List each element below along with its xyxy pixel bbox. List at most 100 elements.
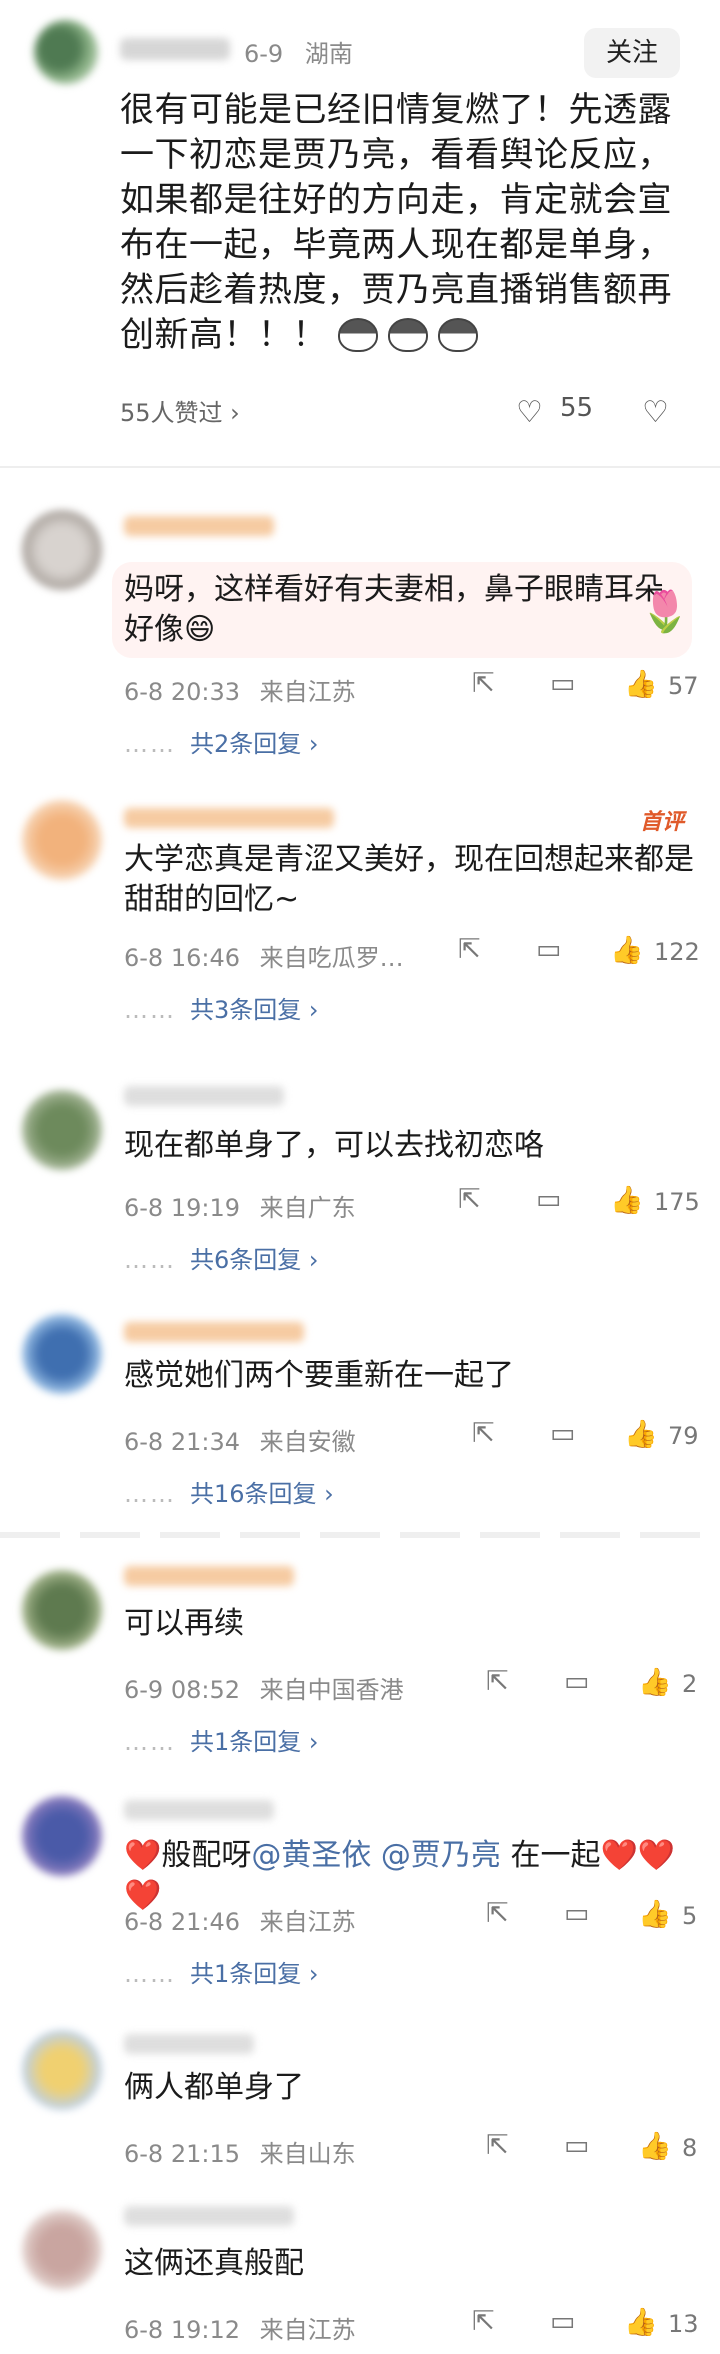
username-blurred[interactable] <box>120 38 230 60</box>
comment-location: 来自中国香港 <box>259 1676 404 1704</box>
thumbs-up-icon[interactable]: 👍 <box>624 2306 658 2338</box>
username-blurred[interactable] <box>124 1086 284 1106</box>
comment-icon[interactable]: ▭ <box>550 2306 576 2337</box>
avatar[interactable] <box>22 1314 102 1394</box>
follow-button[interactable]: 关注 <box>584 28 680 78</box>
share-icon[interactable]: ⇱ <box>486 2130 509 2161</box>
username-blurred[interactable] <box>124 516 274 536</box>
comment-date: 6-9 08:52 <box>124 1676 240 1704</box>
main-post: 6-9 湖南 关注 很有可能是已经旧情复燃了！先透露一下初恋是贾乃亮，看看舆论反… <box>0 0 720 468</box>
username-blurred[interactable] <box>124 2034 254 2054</box>
username-blurred[interactable] <box>124 1566 294 1586</box>
share-icon[interactable]: ⇱ <box>472 2306 495 2337</box>
like-count: 2 <box>682 1670 698 1698</box>
comment-location: 来自山东 <box>259 2140 356 2168</box>
avatar[interactable] <box>22 800 102 880</box>
comment-icon[interactable]: ▭ <box>536 934 562 965</box>
thumbs-up-icon[interactable]: 👍 <box>638 2130 672 2162</box>
like-count: 175 <box>654 1188 700 1216</box>
broken-heart-icon[interactable]: ♡ <box>642 395 669 430</box>
comment-icon[interactable]: ▭ <box>536 1184 562 1215</box>
thumbs-up-icon[interactable]: 👍 <box>638 1898 672 1930</box>
replies-link[interactable]: …… 共1条回复 › <box>124 1954 319 1989</box>
comment-meta: 6-8 21:34 来自安徽 <box>124 1422 368 1457</box>
tulip-decoration-icon: 🌷 <box>640 589 690 635</box>
comment-date: 6-8 20:33 <box>124 678 240 706</box>
share-icon[interactable]: ⇱ <box>472 1418 495 1449</box>
thumbs-up-icon[interactable]: 👍 <box>624 668 658 700</box>
comment-date: 6-8 19:12 <box>124 2316 240 2344</box>
comment-date: 6-8 19:19 <box>124 1194 240 1222</box>
mention-link[interactable]: @黄圣依 <box>251 1838 371 1873</box>
comment-date: 6-8 21:34 <box>124 1428 240 1456</box>
comment-location: 来自江苏 <box>259 2316 356 2344</box>
post-text: 很有可能是已经旧情复燃了！先透露一下初恋是贾乃亮，看看舆论反应，如果都是往好的方… <box>120 90 672 355</box>
comment-icon[interactable]: ▭ <box>550 1418 576 1449</box>
comment-location: 来自江苏 <box>259 1908 356 1936</box>
like-count: 55 <box>560 393 594 423</box>
like-count: 57 <box>668 672 699 700</box>
cat-emoji-icon <box>435 316 478 352</box>
like-count: 8 <box>682 2134 698 2162</box>
username-blurred[interactable] <box>124 2206 294 2226</box>
comment-location: 来自吃瓜罗… <box>259 944 404 972</box>
avatar[interactable] <box>22 1090 102 1170</box>
comment-meta: 6-8 21:46 来自江苏 <box>124 1902 368 1937</box>
replies-link[interactable]: …… 共3条回复 › <box>124 990 319 1025</box>
comment-meta: 6-9 08:52 来自中国香港 <box>124 1670 416 1705</box>
replies-link[interactable]: …… 共16条回复 › <box>124 1474 334 1509</box>
thumbs-up-icon[interactable]: 👍 <box>610 934 644 966</box>
post-date: 6-9 <box>244 40 284 68</box>
username-blurred[interactable] <box>124 1800 274 1820</box>
replies-link[interactable]: …… 共6条回复 › <box>124 1240 319 1275</box>
comment-text: 可以再续 <box>124 1606 244 1641</box>
like-count: 122 <box>654 938 700 966</box>
avatar[interactable] <box>22 1796 102 1876</box>
post-actions: 55人赞过 › ♡ 55 ♡ <box>120 393 680 430</box>
thumbs-up-icon[interactable]: 👍 <box>624 1418 658 1450</box>
share-icon[interactable]: ⇱ <box>486 1666 509 1697</box>
share-icon[interactable]: ⇱ <box>458 934 481 965</box>
comment-meta: 6-8 20:33 来自江苏 <box>124 672 368 707</box>
comment-meta: 6-8 21:15 来自山东 <box>124 2134 368 2169</box>
like-count: 13 <box>668 2310 699 2338</box>
comment-meta: 6-8 16:46 来自吃瓜罗… <box>124 938 416 973</box>
post-location: 湖南 <box>304 40 353 68</box>
comment-icon[interactable]: ▭ <box>564 1666 590 1697</box>
like-count: 79 <box>668 1422 699 1450</box>
avatar[interactable] <box>22 2210 102 2290</box>
post-meta: 6-9 湖南 <box>244 34 367 69</box>
username-blurred[interactable] <box>124 1322 304 1342</box>
first-comment-badge: 首评 <box>640 810 685 835</box>
username-blurred[interactable] <box>124 808 334 828</box>
share-icon[interactable]: ⇱ <box>458 1184 481 1215</box>
comment-text: 这俩还真般配 <box>124 2246 304 2281</box>
mention-link[interactable]: @贾乃亮 <box>381 1838 501 1873</box>
avatar[interactable] <box>34 20 98 84</box>
comment-icon[interactable]: ▭ <box>564 1898 590 1929</box>
replies-link[interactable]: …… 共1条回复 › <box>124 1722 319 1757</box>
comment-meta: 6-8 19:12 来自江苏 <box>124 2310 368 2345</box>
avatar[interactable] <box>22 1570 102 1650</box>
comment-location: 来自安徽 <box>259 1428 356 1456</box>
comment-text: 现在都单身了，可以去找初恋咯 <box>124 1128 544 1163</box>
cat-emoji-icon <box>385 316 428 352</box>
replies-link[interactable]: …… 共2条回复 › <box>124 724 319 759</box>
avatar[interactable] <box>22 2030 102 2110</box>
like-count: 5 <box>682 1902 698 1930</box>
thumbs-up-icon[interactable]: 👍 <box>610 1184 644 1216</box>
share-icon[interactable]: ⇱ <box>486 1898 509 1929</box>
comment-location: 来自广东 <box>259 1194 356 1222</box>
comment-date: 6-8 16:46 <box>124 944 240 972</box>
comment-icon[interactable]: ▭ <box>550 668 576 699</box>
comment-icon[interactable]: ▭ <box>564 2130 590 2161</box>
thumbs-up-icon[interactable]: 👍 <box>638 1666 672 1698</box>
share-icon[interactable]: ⇱ <box>472 668 495 699</box>
comment-text: 大学恋真是青涩又美好，现在回想起来都是甜甜的回忆~ <box>124 842 694 917</box>
avatar[interactable] <box>22 510 102 590</box>
comment-meta: 6-8 19:19 来自广东 <box>124 1188 368 1223</box>
liked-by-link[interactable]: 55人赞过 › <box>120 393 240 428</box>
heart-icon[interactable]: ♡ <box>516 395 543 430</box>
cat-emoji-icon <box>335 316 378 352</box>
comment-text: 俩人都单身了 <box>124 2070 304 2105</box>
